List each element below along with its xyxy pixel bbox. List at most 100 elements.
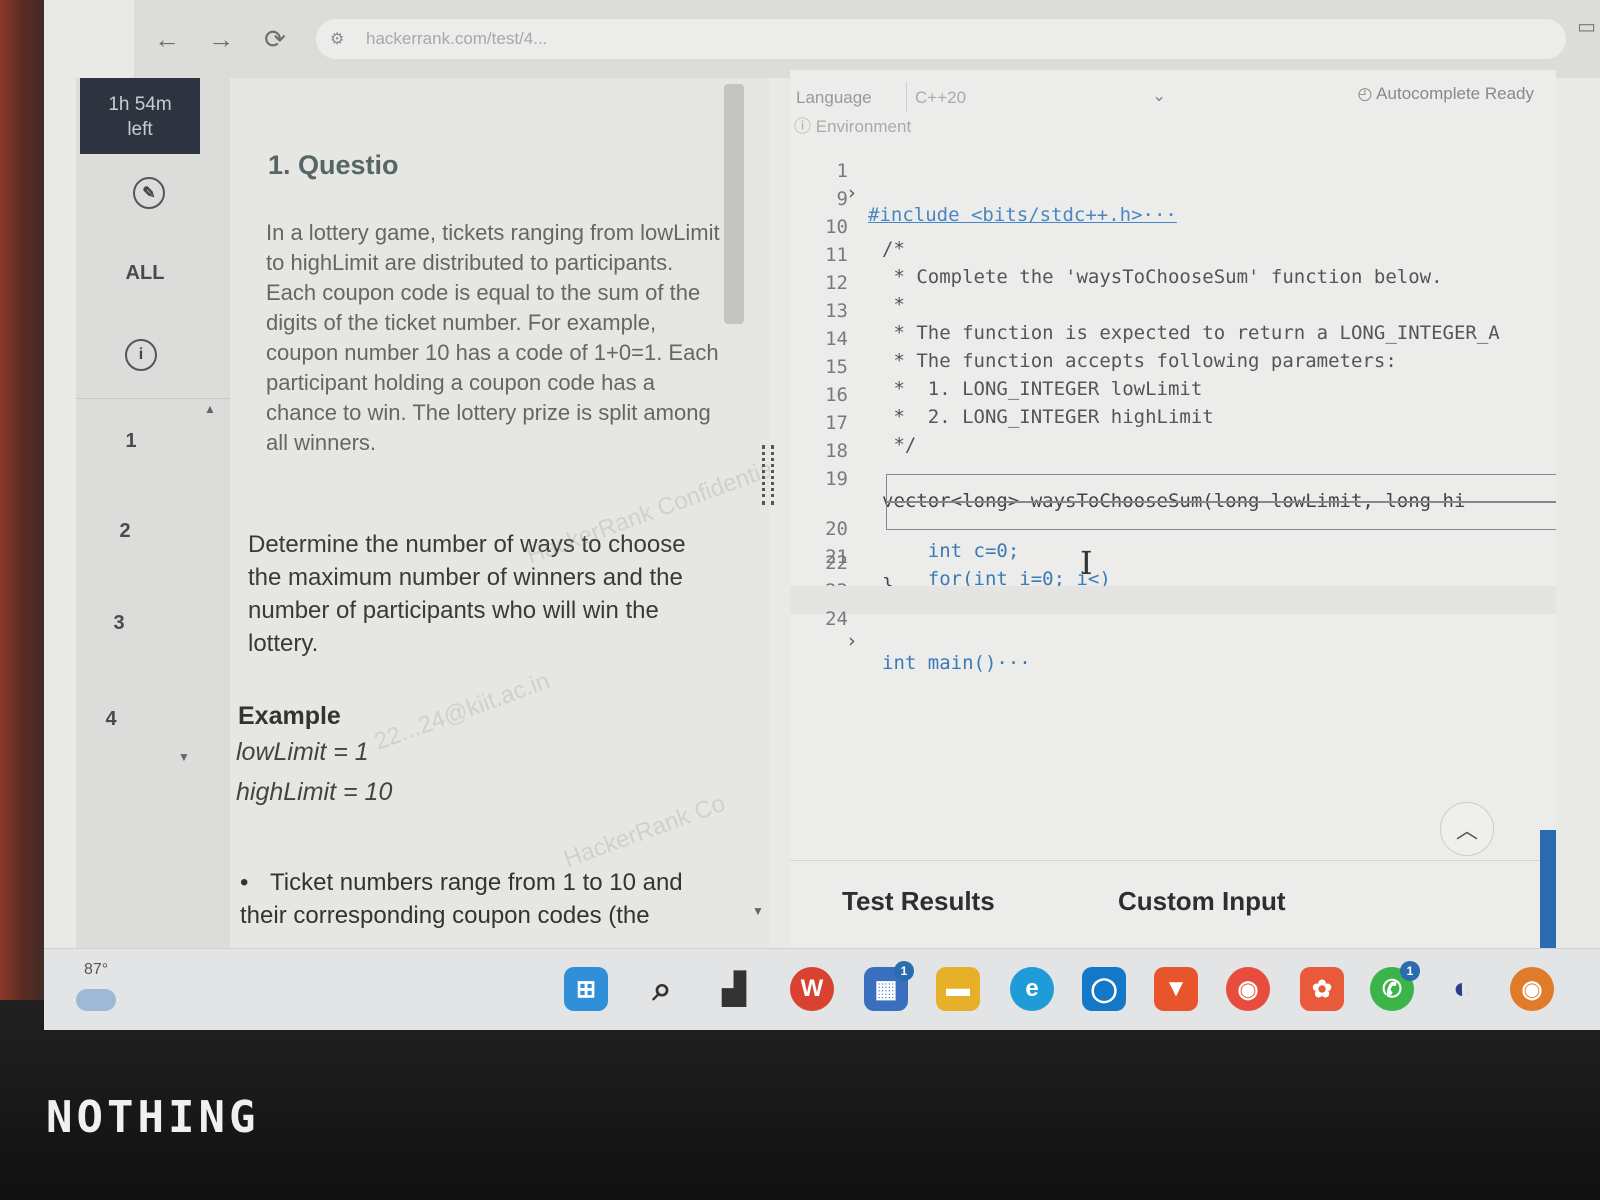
code-line: 12 * xyxy=(790,250,1556,316)
timer-value: 1h 54m xyxy=(108,94,172,115)
rail-item-all[interactable]: ALL xyxy=(70,230,220,316)
problem-task: Determine the number of ways to choose t… xyxy=(248,531,686,657)
ubuntu-app-icon[interactable]: ✿ xyxy=(1300,967,1344,1011)
text-cursor-icon: I xyxy=(1080,544,1093,582)
example-high-limit: highLimit = 10 xyxy=(236,778,393,806)
watermark-email: 22...24@kiit.ac.in xyxy=(370,667,554,756)
site-settings-icon[interactable]: ⚙ xyxy=(330,29,352,49)
rail-question-2[interactable]: 2 xyxy=(50,488,200,574)
code-line: 9 xyxy=(790,166,1556,210)
example-heading: Example xyxy=(238,702,341,730)
code-line: 17 */ xyxy=(790,390,1556,456)
time-left-box: 1h 54m left xyxy=(80,78,200,154)
code-line: 13 * The function is expected to return … xyxy=(790,278,1556,344)
device-brand-logo: NOTHING xyxy=(46,1092,260,1143)
example-low-limit: lowLimit = 1 xyxy=(236,738,369,766)
address-bar[interactable]: ⚙ hackerrank.com/test/4... xyxy=(316,19,1566,59)
task-view-icon[interactable]: ▟ xyxy=(712,967,756,1011)
editor-divider xyxy=(790,860,1556,861)
rail-question-4[interactable]: 4 xyxy=(44,676,186,762)
info-icon: i xyxy=(125,339,157,371)
line-number: 24 xyxy=(825,608,848,630)
chrome-icon[interactable]: ◉ xyxy=(1226,967,1270,1011)
chrome-profile-icon[interactable]: ◉ xyxy=(1510,967,1554,1011)
forward-arrow-icon[interactable]: → xyxy=(200,18,242,60)
microsoft-store-icon[interactable]: ▦ 1 xyxy=(864,961,914,1011)
temperature: 87° xyxy=(84,961,109,978)
weather-widget[interactable]: 87° xyxy=(76,961,116,1011)
code-text: int main()··· xyxy=(882,652,1031,674)
wps-office-icon[interactable]: W xyxy=(790,967,834,1011)
window-icon[interactable]: ▭ xyxy=(1577,14,1596,39)
code-line: 16 * 2. LONG_INTEGER highLimit xyxy=(790,362,1556,428)
language-label: Language xyxy=(796,88,872,107)
cloud-icon xyxy=(76,989,116,1011)
language-select[interactable]: C++20 xyxy=(906,82,1176,112)
code-line: 24 › int main()··· xyxy=(790,586,1556,674)
cortana-icon[interactable]: ◯ xyxy=(1082,967,1126,1011)
edge-browser-icon[interactable]: e xyxy=(1010,967,1054,1011)
url-text: hackerrank.com/test/4... xyxy=(366,29,548,48)
current-line-highlight xyxy=(886,474,1556,502)
notification-badge: 1 xyxy=(1400,961,1420,981)
code-editor-panel: Language C++20 ⌄ ◴ Autocomplete Ready ⓘ … xyxy=(790,70,1556,960)
environment-label: Environment xyxy=(815,117,912,136)
code-line: 20 int c=0; xyxy=(790,474,1556,562)
question-number: 3 xyxy=(113,611,125,634)
autocomplete-toggle[interactable]: ◴ Autocomplete Ready xyxy=(1358,84,1534,104)
browser-toolbar: ← → ⟳ ⚙ hackerrank.com/test/4... ▭ xyxy=(134,0,1600,78)
rail-question-1[interactable]: 1 xyxy=(56,398,206,484)
code-line: 14 * The function accepts following para… xyxy=(790,306,1556,372)
tab-test-results[interactable]: Test Results xyxy=(842,886,995,917)
code-line: 18 xyxy=(790,418,1556,462)
watermark-brand: HackerRank Co xyxy=(560,789,729,874)
tab-custom-input[interactable]: Custom Input xyxy=(1118,886,1286,917)
environment-link[interactable]: ⓘ Environment xyxy=(794,112,911,137)
question-title: 1. Questio xyxy=(268,150,399,180)
rail-all-label: ALL xyxy=(125,261,165,284)
back-arrow-icon[interactable]: ← xyxy=(146,18,188,60)
bullet-text: Ticket numbers range from 1 to 10 and th… xyxy=(240,869,683,929)
windows-start-icon[interactable]: ⊞ xyxy=(564,967,608,1011)
problem-scroll-down-icon[interactable]: ▼ xyxy=(752,904,764,918)
brave-browser-icon[interactable]: ▼ xyxy=(1154,967,1198,1011)
fold-arrow-icon[interactable]: › xyxy=(846,630,857,652)
timer-suffix: left xyxy=(127,119,153,140)
autocomplete-label: Autocomplete Ready xyxy=(1376,84,1534,103)
chevron-up-icon: ︿ xyxy=(1455,818,1478,843)
rail-item-info[interactable]: i xyxy=(66,312,216,398)
problem-statement-panel: 1. Questio In a lottery game, tickets ra… xyxy=(230,78,770,948)
file-explorer-icon[interactable]: ▬ xyxy=(936,967,980,1011)
night-mode-icon[interactable]: ◐ xyxy=(1440,967,1484,1011)
pane-splitter-handle[interactable] xyxy=(762,445,774,505)
rail-item-notes[interactable]: ✎ xyxy=(74,150,224,236)
whatsapp-icon[interactable]: ✆ 1 xyxy=(1370,961,1420,1011)
screen: ← → ⟳ ⚙ hackerrank.com/test/4... ▭ 1h 54… xyxy=(44,0,1600,1030)
code-line: 21 for(int i=0; i<) xyxy=(790,502,1556,590)
problem-intro: In a lottery game, tickets ranging from … xyxy=(266,220,720,455)
code-line: 15 * 1. LONG_INTEGER lowLimit xyxy=(790,334,1556,400)
code-line: 19 vector<long> waysToChooseSum(long low… xyxy=(790,446,1556,512)
search-icon[interactable]: ⌕ xyxy=(640,967,684,1011)
pencil-icon: ✎ xyxy=(133,177,165,209)
problem-scrollbar[interactable] xyxy=(724,84,744,324)
chevron-down-icon[interactable]: ⌄ xyxy=(1152,86,1166,106)
example-bullet: • Ticket numbers range from 1 to 10 and t… xyxy=(240,866,710,932)
expand-panel-button[interactable]: ︿ xyxy=(1440,802,1494,856)
bullet-dot: • xyxy=(240,869,249,896)
current-line-highlight xyxy=(886,502,1556,530)
code-line: 22 } xyxy=(790,530,1556,596)
question-number: 2 xyxy=(119,519,131,542)
code-line: 23 xyxy=(790,558,1556,602)
question-number: 1 xyxy=(125,429,137,452)
question-number: 4 xyxy=(105,707,117,730)
language-value: C++20 xyxy=(915,88,967,107)
reload-icon[interactable]: ⟳ xyxy=(254,18,296,60)
rail-question-3[interactable]: 3 xyxy=(44,580,194,666)
code-line: 11 * Complete the 'waysToChooseSum' func… xyxy=(790,222,1556,288)
windows-taskbar: 87° ⊞ ⌕ ▟ W ▦ 1 ▬ e ◯ ▼ ◉ ✿ ✆ 1 ◐ ◉ xyxy=(44,948,1600,1030)
code-line: 10 /* xyxy=(790,194,1556,260)
scroll-down-caret-icon[interactable]: ▼ xyxy=(178,750,190,764)
code-line: 1 › #include <bits/stdc++.h>··· xyxy=(790,138,1556,226)
notification-badge: 1 xyxy=(894,961,914,981)
